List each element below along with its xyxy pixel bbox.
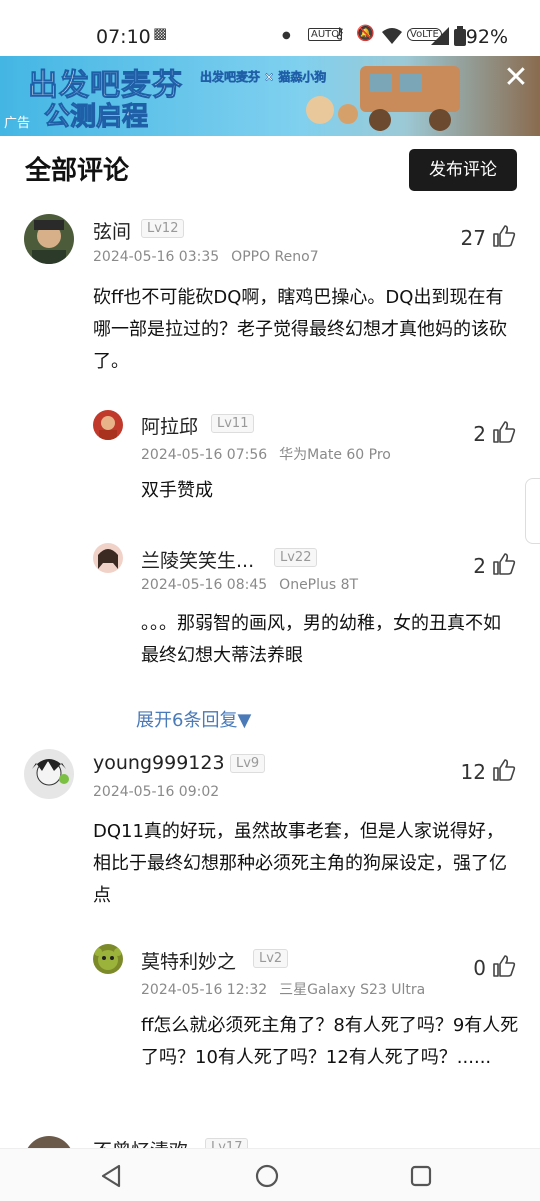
comment-date: 2024-05-16 03:35	[93, 249, 220, 265]
status-time: 07:10	[96, 26, 151, 48]
username[interactable]: 兰陵笑笑生...	[141, 546, 254, 573]
ad-banner[interactable]: 出发吧麦芬 公测启程 广告 出发吧麦芬 × 猫森小狗 ✕	[0, 56, 540, 136]
avatar[interactable]	[93, 410, 123, 440]
comment-text: DQ11真的好玩，虽然故事老套，但是人家说得好，相比于最终幻想那种必须死主角的狗…	[93, 821, 507, 906]
bell-off-icon: 🔕	[356, 24, 375, 42]
thumbs-up-icon[interactable]	[492, 758, 516, 782]
username[interactable]: 阿拉邱	[141, 412, 198, 439]
like-count: 27	[460, 226, 486, 250]
comment-text: 砍ff也不可能砍DQ啊，瞎鸡巴操心。DQ出到现在有哪一部是拉过的？老子觉得最终幻…	[93, 287, 507, 372]
comment-meta: 2024-05-16 12:32 三星Galaxy S23 Ultra	[141, 979, 425, 999]
comment-meta: 2024-05-16 03:35 OPPO Reno7	[93, 249, 319, 265]
like-count: 12	[460, 760, 486, 784]
comment-text: 。。。那弱智的画风，男的幼稚，女的丑真不如最终幻想大蒂法养眼	[141, 613, 501, 666]
comment-text: 双手赞成	[141, 480, 213, 501]
thumbs-up-icon[interactable]	[492, 954, 516, 978]
battery-percent: 92%	[465, 26, 508, 48]
home-icon[interactable]	[252, 1161, 282, 1191]
wifi-icon	[382, 28, 402, 44]
level-badge: Lv2	[253, 949, 289, 968]
thumbs-up-icon[interactable]	[492, 420, 516, 444]
comment-device: OPPO Reno7	[231, 249, 319, 265]
avatar[interactable]	[93, 543, 123, 573]
comment-device: 华为Mate 60 Pro	[279, 447, 391, 463]
level-badge: Lv22	[274, 548, 318, 567]
like-count: 0	[473, 956, 486, 980]
page-title: 全部评论	[25, 156, 130, 186]
back-icon[interactable]	[97, 1161, 127, 1191]
key-icon: ⚷	[334, 24, 345, 42]
ad-label: 广告	[4, 116, 31, 131]
comment-meta: 2024-05-16 09:02	[93, 784, 219, 800]
username[interactable]: 莫特利妙之	[141, 947, 236, 974]
battery-icon	[454, 26, 466, 46]
status-bar: 07:10 ▩ ● AUTO ⚷ 🔕 VoLTE 92%	[0, 0, 540, 56]
close-icon[interactable]: ✕	[500, 62, 532, 94]
avatar[interactable]	[24, 749, 74, 799]
thumbs-up-icon[interactable]	[492, 552, 516, 576]
comment-device: 三星Galaxy S23 Ultra	[279, 982, 426, 998]
thumbs-up-icon[interactable]	[492, 224, 516, 248]
comment-date: 2024-05-16 09:02	[93, 784, 220, 800]
avatar[interactable]	[24, 214, 74, 264]
side-drawer-handle[interactable]	[525, 478, 540, 544]
publish-comment-button[interactable]: 发布评论	[409, 149, 517, 191]
expand-replies-link[interactable]: 展开6条回复▼	[136, 706, 251, 732]
level-badge: Lv12	[141, 219, 185, 238]
level-badge: Lv9	[230, 754, 266, 773]
avatar[interactable]	[93, 944, 123, 974]
comment-meta: 2024-05-16 08:45 OnePlus 8T	[141, 577, 358, 593]
recents-icon[interactable]	[406, 1161, 436, 1191]
comment-device: OnePlus 8T	[279, 577, 359, 593]
dot-icon: ●	[282, 30, 291, 41]
comment-date: 2024-05-16 07:56	[141, 447, 268, 463]
username[interactable]: young999123	[93, 752, 225, 774]
system-nav-bar	[0, 1148, 540, 1201]
username[interactable]: 弦间	[93, 217, 131, 244]
comment-meta: 2024-05-16 07:56 华为Mate 60 Pro	[141, 444, 391, 464]
comment-date: 2024-05-16 12:32	[141, 982, 268, 998]
comment-date: 2024-05-16 08:45	[141, 577, 268, 593]
like-count: 2	[473, 554, 486, 578]
signal-icon	[431, 27, 449, 45]
ad-artwork	[306, 66, 460, 131]
level-badge: Lv11	[211, 414, 255, 433]
media-icon: ▩	[153, 24, 168, 42]
ad-title-line2: 公测启程	[43, 102, 149, 133]
comment-text: ff怎么就必须死主角了？8有人死了吗？9有人死了吗？10有人死了吗？12有人死了…	[141, 1015, 519, 1068]
like-count: 2	[473, 422, 486, 446]
